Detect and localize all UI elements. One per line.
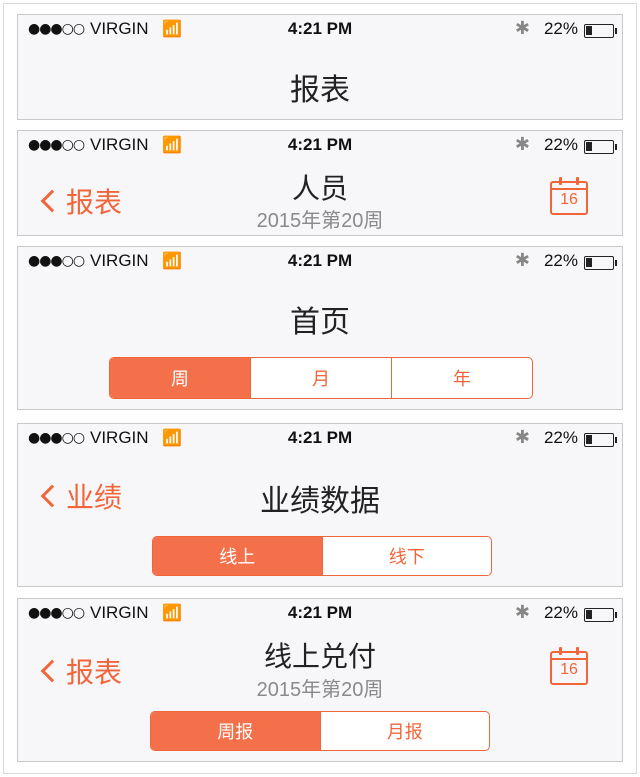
week-subtitle: 2015年第20周 xyxy=(256,679,384,701)
battery-icon xyxy=(584,433,617,447)
calendar-icon: 16 xyxy=(560,661,578,678)
online-redemption-screen: ●●●○○ VIRGIN 📶 4:21 PM ✱ 22% 报表 线上兑付 201… xyxy=(17,598,623,762)
battery-percent: 22% xyxy=(543,19,578,38)
segment-year[interactable]: 年 xyxy=(391,358,532,398)
calendar-ring xyxy=(576,647,579,655)
bluetooth-icon: ✱ xyxy=(514,250,530,271)
personnel-screen: ●●●○○ VIRGIN 📶 4:21 PM ✱ 22% 报表 人员 2015年… xyxy=(17,130,623,236)
report-period-segmented-control: 周报 月报 xyxy=(150,711,490,751)
status-bar: ●●●○○ VIRGIN 📶 4:21 PM ✱ 22% xyxy=(18,131,622,161)
segment-month[interactable]: 月 xyxy=(250,358,391,398)
segment-week[interactable]: 周 xyxy=(110,358,250,398)
page-title: 线上兑付 xyxy=(263,640,376,673)
page-title: 人员 xyxy=(291,172,348,205)
battery-icon xyxy=(584,140,617,154)
home-screen: ●●●○○ VIRGIN 📶 4:21 PM ✱ 22% 首页 周 月 年 xyxy=(17,246,623,410)
status-bar: ●●●○○ VIRGIN 📶 4:21 PM ✱ 22% xyxy=(18,247,622,277)
battery-icon xyxy=(584,24,617,38)
period-segmented-control: 周 月 年 xyxy=(109,357,533,399)
calendar-bar xyxy=(552,188,586,190)
calendar-icon: 16 xyxy=(560,191,578,208)
calendar-button[interactable]: 16 xyxy=(550,647,588,685)
calendar-button[interactable]: 16 xyxy=(550,177,588,215)
clock: 4:21 PM xyxy=(287,19,353,38)
clock: 4:21 PM xyxy=(287,603,353,622)
battery-percent: 22% xyxy=(543,251,578,270)
status-bar: ●●●○○ VIRGIN 📶 4:21 PM ✱ 22% xyxy=(18,424,622,454)
segment-online[interactable]: 线上 xyxy=(153,537,322,575)
clock: 4:21 PM xyxy=(287,428,353,447)
segment-offline[interactable]: 线下 xyxy=(321,537,492,575)
calendar-ring xyxy=(576,177,579,185)
battery-icon xyxy=(584,256,617,270)
page-title: 首页 xyxy=(290,305,350,340)
channel-segmented-control: 线上 线下 xyxy=(152,536,492,576)
calendar-ring xyxy=(559,177,562,185)
battery-icon xyxy=(584,608,617,622)
bluetooth-icon: ✱ xyxy=(514,602,530,623)
battery-percent: 22% xyxy=(543,603,578,622)
page-title: 业绩数据 xyxy=(260,484,380,519)
calendar-bar xyxy=(552,658,586,660)
performance-screen: ●●●○○ VIRGIN 📶 4:21 PM ✱ 22% 业绩 业绩数据 线上 … xyxy=(17,423,623,587)
status-bar: ●●●○○ VIRGIN 📶 4:21 PM ✱ 22% xyxy=(18,15,622,45)
report-screen: ●●●○○ VIRGIN 📶 4:21 PM ✱ 22% 报表 xyxy=(17,14,623,120)
battery-percent: 22% xyxy=(543,428,578,447)
week-subtitle: 2015年第20周 xyxy=(256,210,384,232)
bluetooth-icon: ✱ xyxy=(514,18,530,39)
bluetooth-icon: ✱ xyxy=(514,427,530,448)
segment-monthly-report[interactable]: 月报 xyxy=(319,712,490,750)
page-title: 报表 xyxy=(290,73,350,108)
calendar-ring xyxy=(559,647,562,655)
clock: 4:21 PM xyxy=(287,251,353,270)
segment-weekly-report[interactable]: 周报 xyxy=(151,712,320,750)
status-bar: ●●●○○ VIRGIN 📶 4:21 PM ✱ 22% xyxy=(18,599,622,629)
battery-percent: 22% xyxy=(543,135,578,154)
bluetooth-icon: ✱ xyxy=(514,134,530,155)
clock: 4:21 PM xyxy=(287,135,353,154)
